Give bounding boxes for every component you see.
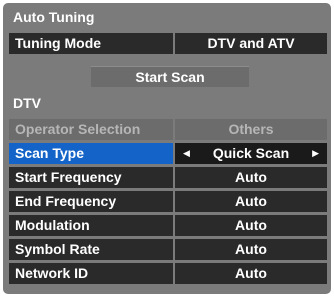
auto-tuning-panel: Auto Tuning Tuning Mode DTV and ATV Star… bbox=[3, 3, 331, 294]
tuning-mode-value[interactable]: DTV and ATV bbox=[175, 33, 327, 54]
operator-selection-row: Operator Selection Others bbox=[9, 119, 327, 140]
scan-type-value: Quick Scan bbox=[212, 145, 290, 161]
symbol-rate-value[interactable]: Auto bbox=[175, 239, 327, 260]
dtv-section-title: DTV bbox=[13, 95, 41, 111]
symbol-rate-label: Symbol Rate bbox=[9, 239, 173, 260]
modulation-row[interactable]: Modulation Auto bbox=[9, 215, 327, 236]
modulation-value[interactable]: Auto bbox=[175, 215, 327, 236]
start-frequency-label: Start Frequency bbox=[9, 167, 173, 188]
start-frequency-value[interactable]: Auto bbox=[175, 167, 327, 188]
start-frequency-row[interactable]: Start Frequency Auto bbox=[9, 167, 327, 188]
panel-title: Auto Tuning bbox=[13, 9, 95, 25]
end-frequency-label: End Frequency bbox=[9, 191, 173, 212]
modulation-label: Modulation bbox=[9, 215, 173, 236]
arrow-left-icon[interactable]: ◀ bbox=[183, 143, 190, 164]
network-id-value[interactable]: Auto bbox=[175, 263, 327, 284]
arrow-right-icon[interactable]: ▶ bbox=[312, 143, 319, 164]
end-frequency-row[interactable]: End Frequency Auto bbox=[9, 191, 327, 212]
tuning-mode-label: Tuning Mode bbox=[9, 33, 173, 54]
symbol-rate-row[interactable]: Symbol Rate Auto bbox=[9, 239, 327, 260]
operator-selection-value: Others bbox=[175, 119, 327, 140]
start-scan-button[interactable]: Start Scan bbox=[91, 66, 249, 87]
operator-selection-label: Operator Selection bbox=[9, 119, 173, 140]
tuning-mode-row[interactable]: Tuning Mode DTV and ATV bbox=[9, 33, 327, 54]
scan-type-selector[interactable]: ◀ Quick Scan ▶ bbox=[175, 143, 327, 164]
network-id-label: Network ID bbox=[9, 263, 173, 284]
end-frequency-value[interactable]: Auto bbox=[175, 191, 327, 212]
scan-type-label: Scan Type bbox=[9, 143, 173, 164]
scan-type-row[interactable]: Scan Type ◀ Quick Scan ▶ bbox=[9, 143, 327, 164]
network-id-row[interactable]: Network ID Auto bbox=[9, 263, 327, 284]
